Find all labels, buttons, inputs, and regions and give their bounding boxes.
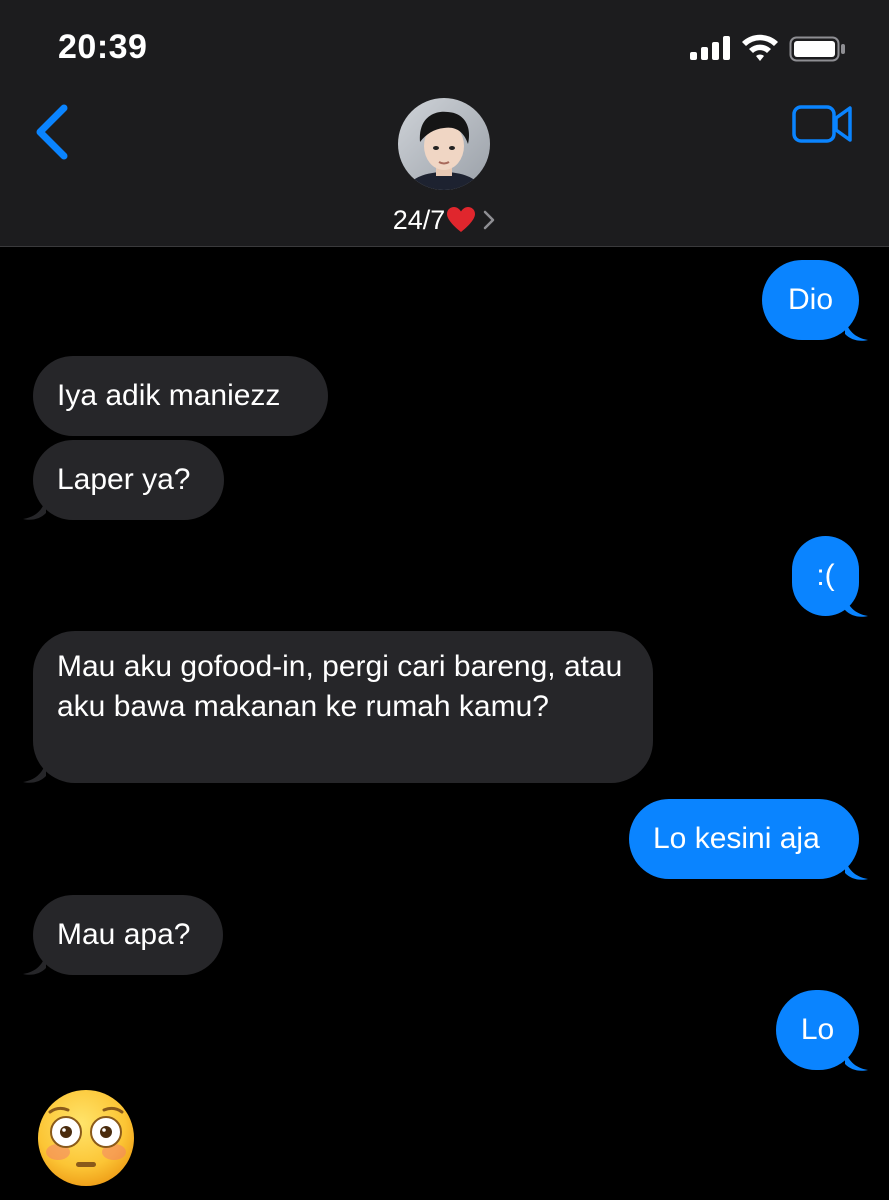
- message-bubble-incoming[interactable]: Iya adik maniezz: [33, 356, 328, 436]
- bubble-tail: [845, 594, 868, 617]
- flushed-face-icon[interactable]: [36, 1088, 136, 1188]
- wifi-icon: [742, 34, 778, 61]
- message-bubble-outgoing[interactable]: Lo kesini aja: [629, 799, 859, 879]
- battery-icon: [789, 36, 845, 62]
- contact-name: 24/7: [392, 204, 446, 235]
- chat-header: 20:39 24/7: [0, 0, 889, 247]
- bubble-tail: [23, 952, 46, 975]
- message-bubble-incoming[interactable]: Laper ya?: [33, 440, 224, 520]
- bubble-tail: [845, 1048, 868, 1071]
- bubble-tail: [845, 857, 868, 880]
- chevron-right-icon: [484, 210, 495, 230]
- message-bubble-incoming[interactable]: Mau apa?: [33, 895, 223, 975]
- status-time: 20:39: [58, 28, 148, 66]
- bubble-tail: [23, 497, 46, 520]
- message-bubble-incoming[interactable]: Mau aku gofood-in, pergi cari bareng, at…: [33, 631, 653, 783]
- heart-icon: [447, 207, 476, 232]
- back-button[interactable]: [30, 100, 80, 164]
- bubble-tail: [23, 760, 46, 783]
- video-call-button[interactable]: [792, 103, 854, 145]
- contact-name-row[interactable]: 24/7: [0, 200, 889, 240]
- signal-icon: [690, 36, 730, 60]
- bubble-tail: [845, 318, 868, 341]
- contact-avatar[interactable]: [398, 98, 490, 190]
